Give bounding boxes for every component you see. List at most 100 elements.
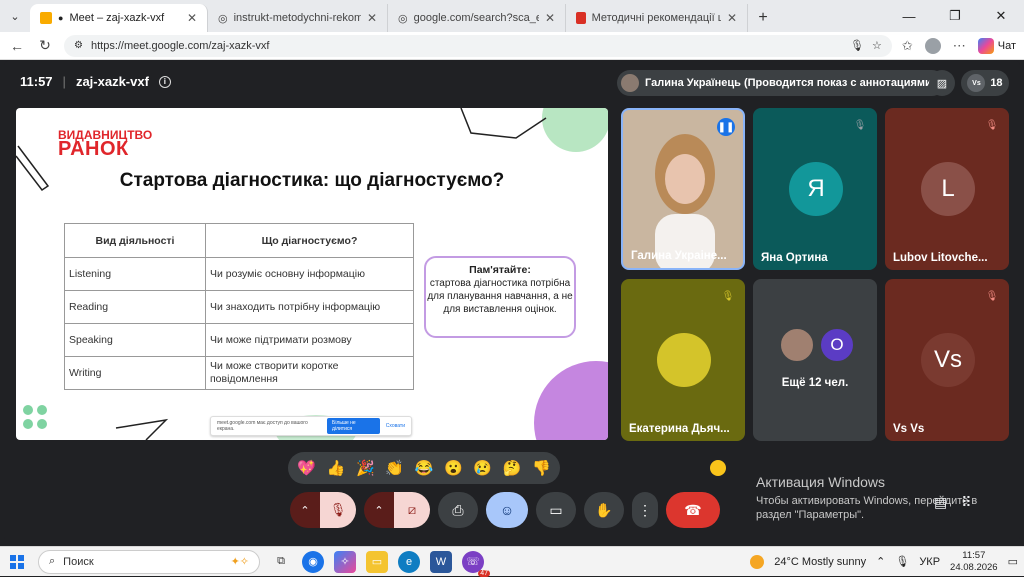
copilot-button[interactable]: Чат <box>977 37 1016 54</box>
chrome-icon[interactable]: ◉ <box>302 550 324 573</box>
star-icon[interactable]: ☆ <box>872 39 882 52</box>
participant-tile[interactable]: ❚❚ Галина Украіне... <box>621 108 745 270</box>
camera-off-icon[interactable]: ⧄ <box>394 492 430 528</box>
mic-control: ⌃ 🎙 <box>290 492 356 528</box>
close-icon[interactable]: ✕ <box>367 11 377 25</box>
captions-button[interactable]: ▭ <box>536 492 576 528</box>
close-icon[interactable]: ✕ <box>545 11 555 25</box>
info-icon[interactable]: i <box>158 75 171 88</box>
language-indicator[interactable]: УКР <box>919 556 940 568</box>
remember-title: Пам'ятайте: <box>469 264 531 276</box>
start-button[interactable] <box>6 551 28 573</box>
reaction-surprised-button[interactable]: 😮 <box>444 459 463 477</box>
mic-off-icon: 🎙 <box>985 290 999 302</box>
favorites-icon[interactable]: ✩ <box>902 38 913 54</box>
table-header: Що діагностуємо? <box>205 223 414 258</box>
present-button[interactable]: ⎙ <box>438 492 478 528</box>
mic-icon[interactable]: 🎙 <box>850 39 864 52</box>
camera-options-chevron-icon[interactable]: ⌃ <box>364 492 394 528</box>
participant-avatar: O <box>819 327 855 363</box>
presenter-indicator[interactable]: Галина Українець (Проводится показ с анн… <box>617 70 946 96</box>
participant-name: Галина Украіне... <box>631 250 727 262</box>
notifications-icon[interactable]: ▭ <box>1008 555 1018 568</box>
viber-icon[interactable]: ☏ 47 <box>462 550 490 577</box>
presenter-avatar <box>621 74 639 92</box>
reaction-laugh-button[interactable]: 😂 <box>415 459 434 477</box>
participant-name: Lubov Litovche... <box>893 252 988 264</box>
copilot-app-icon[interactable]: ✧ <box>334 550 356 573</box>
divider: | <box>62 74 66 89</box>
reaction-clap-button[interactable]: 👏 <box>385 459 404 477</box>
more-options-button[interactable]: ⋮ <box>632 492 658 528</box>
mic-off-icon[interactable]: 🎙 <box>320 492 356 528</box>
others-avatars: O <box>779 327 855 363</box>
participant-tile[interactable]: 🎙 Vs Vs Vs <box>885 279 1009 441</box>
close-window-icon[interactable]: ✕ <box>978 0 1024 32</box>
tray-chevron-icon[interactable]: ⌃ <box>876 555 885 568</box>
table-row: Speaking Чи може підтримати розмову <box>64 323 414 357</box>
meeting-code: zaj-xazk-vxf <box>75 74 149 89</box>
skin-tone-button[interactable] <box>710 460 726 476</box>
book-doodle <box>460 108 547 139</box>
minimize-icon[interactable]: — <box>886 0 932 32</box>
mic-tray-icon[interactable]: 🎙 <box>895 555 909 568</box>
reaction-thinking-button[interactable]: 🤔 <box>503 459 522 477</box>
present-off-icon[interactable]: ▨ <box>929 70 955 96</box>
apps-grid-icon[interactable]: ⠿ <box>961 494 971 511</box>
people-button[interactable]: Vs 18 <box>961 70 1009 96</box>
paper-plane-doodle <box>115 418 169 440</box>
reaction-thumbs-down-button[interactable]: 👎 <box>532 459 551 477</box>
more-participants-tile[interactable]: O Ещё 12 чел. <box>753 279 877 441</box>
new-tab-button[interactable]: + <box>748 4 778 32</box>
table-row: Writing Чи може створити коротке повідом… <box>64 356 414 390</box>
tab-search-chevron-icon[interactable]: ⌄ <box>0 0 30 32</box>
emoji-button[interactable]: ☺ <box>486 492 528 528</box>
site-info-icon[interactable]: ⚙ <box>74 40 83 51</box>
participant-tile[interactable]: 🎙 L Lubov Litovche... <box>885 108 1009 270</box>
participant-avatar: L <box>921 162 975 216</box>
reaction-thumbs-up-button[interactable]: 👍 <box>327 459 346 477</box>
raise-hand-button[interactable]: ✋ <box>584 492 624 528</box>
present-icon: ⎙ <box>452 501 464 518</box>
clock-date: 24.08.2026 <box>950 561 998 573</box>
edge-icon[interactable]: e <box>398 550 420 573</box>
tab-google-search[interactable]: ◎ google.com/search?sca_esv=7e6a ✕ <box>388 4 566 32</box>
stop-sharing-button[interactable]: Більше не ділитися <box>327 418 380 434</box>
reaction-party-button[interactable]: 🎉 <box>356 459 375 477</box>
leave-call-button[interactable]: ☎ <box>666 492 720 528</box>
mic-options-chevron-icon[interactable]: ⌃ <box>290 492 320 528</box>
menu-dots-icon[interactable]: ⋯ <box>953 38 966 54</box>
participant-name: Vs Vs <box>893 423 925 435</box>
tab-meet[interactable]: ● Meet – zaj-xazk-vxf ✕ <box>30 4 208 32</box>
participant-count: 18 <box>990 77 1003 89</box>
weather-text[interactable]: 24°C Mostly sunny <box>774 556 866 568</box>
clock[interactable]: 11:57 24.08.2026 <box>950 550 998 574</box>
reaction-heart-button[interactable]: 💖 <box>297 459 316 477</box>
table-cell: Writing <box>64 356 206 390</box>
tab-label: Методичні рекомендації щодо в <box>591 12 721 24</box>
participant-avatar-image <box>779 327 815 363</box>
maximize-icon[interactable]: ❐ <box>932 0 978 32</box>
weather-icon[interactable] <box>750 554 765 569</box>
close-icon[interactable]: ✕ <box>187 11 197 25</box>
chat-icon[interactable]: ▤ <box>934 494 947 511</box>
task-view-icon[interactable]: ⧉ <box>270 551 292 573</box>
hide-share-bar-link[interactable]: Сховати <box>386 423 405 429</box>
back-icon[interactable]: ← <box>8 38 26 54</box>
taskbar-search[interactable]: ⌕ Поиск ✦✧ <box>38 549 260 574</box>
participant-tile[interactable]: 🎙 Я Яна Ортина <box>753 108 877 270</box>
tab-instrukt[interactable]: ◎ instrukt-metodychni-rekomend.pd ✕ <box>208 4 388 32</box>
green-blob-decoration <box>542 108 608 152</box>
word-icon[interactable]: W <box>430 550 452 573</box>
participant-name: Яна Ортина <box>761 252 828 264</box>
meeting-time: 11:57 <box>20 74 53 89</box>
file-explorer-icon[interactable]: ▭ <box>366 550 388 573</box>
reaction-sad-button[interactable]: 😢 <box>473 459 492 477</box>
tab-metod[interactable]: Методичні рекомендації щодо в ✕ <box>566 4 748 32</box>
close-icon[interactable]: ✕ <box>727 11 737 25</box>
table-cell: Чи розуміє основну інформацію <box>205 257 414 291</box>
participant-tile[interactable]: 🎙 Екатерина Дьяч... <box>621 279 745 441</box>
profile-icon[interactable] <box>924 37 941 54</box>
reload-icon[interactable]: ↻ <box>36 37 54 54</box>
url-field[interactable]: ⚙ https://meet.google.com/zaj-xazk-vxf 🎙… <box>64 34 892 57</box>
